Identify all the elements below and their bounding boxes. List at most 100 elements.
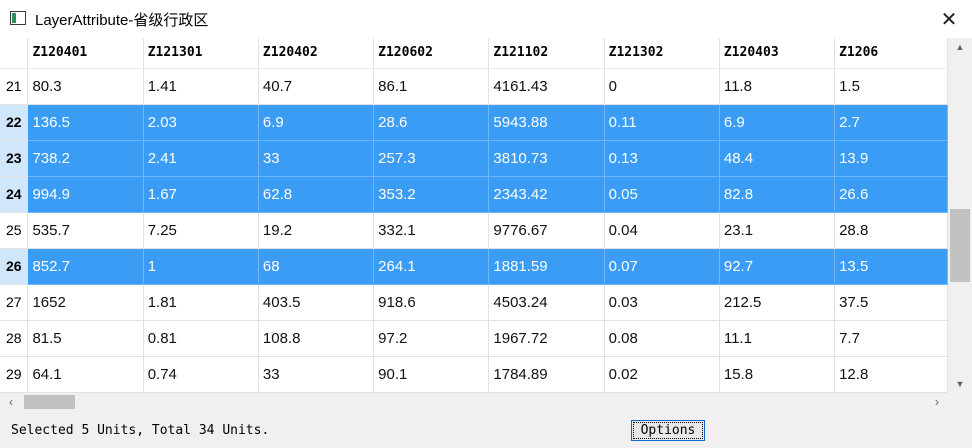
table-cell[interactable]: 92.7 <box>719 248 836 285</box>
table-cell[interactable]: 0.03 <box>604 284 720 321</box>
table-cell[interactable]: 1652 <box>27 284 144 321</box>
vertical-scrollbar[interactable]: ▲ ▼ <box>948 38 972 393</box>
options-button[interactable]: Options <box>631 420 705 441</box>
table-cell[interactable]: 33 <box>258 140 375 177</box>
table-row[interactable]: 28 81.5 0.81 108.8 97.2 1967.72 0.08 11.1 7.7 <box>0 320 948 357</box>
table-cell[interactable]: 1.5 <box>834 68 948 105</box>
column-header[interactable]: Z121102 <box>488 38 605 69</box>
corner-cell[interactable] <box>0 38 29 69</box>
table-cell[interactable]: 13.5 <box>834 248 948 285</box>
table-cell[interactable]: 994.9 <box>27 176 144 213</box>
table-row[interactable]: 22 136.5 2.03 6.9 28.6 5943.88 0.11 6.9 2.7 <box>0 104 948 141</box>
table-cell[interactable]: 68 <box>258 248 375 285</box>
close-button[interactable]: ✕ <box>926 0 972 38</box>
table-cell[interactable]: 0.11 <box>604 104 720 141</box>
table-cell[interactable]: 0.02 <box>604 356 720 393</box>
table-row[interactable]: 29 64.1 0.74 33 90.1 1784.89 0.02 15.8 12.8 <box>0 356 948 393</box>
table-cell[interactable]: 9776.67 <box>488 212 605 249</box>
table-cell[interactable]: 257.3 <box>373 140 490 177</box>
table-cell[interactable]: 535.7 <box>27 212 144 249</box>
table-cell[interactable]: 2343.42 <box>488 176 605 213</box>
table-cell[interactable]: 7.7 <box>834 320 948 357</box>
column-header[interactable]: Z121302 <box>604 38 720 69</box>
attribute-grid[interactable]: Z120401 Z121301 Z120402 Z120602 Z121102 Z1213… <box>0 38 948 393</box>
scroll-down-arrow-icon[interactable]: ▼ <box>948 375 972 393</box>
table-cell[interactable]: 4503.24 <box>488 284 605 321</box>
scroll-right-arrow-icon[interactable]: › <box>926 393 948 411</box>
horizontal-scroll-thumb[interactable] <box>24 395 75 409</box>
table-cell[interactable]: 0.07 <box>604 248 720 285</box>
table-cell[interactable]: 738.2 <box>27 140 144 177</box>
table-cell[interactable]: 15.8 <box>719 356 836 393</box>
table-cell[interactable]: 264.1 <box>373 248 490 285</box>
table-cell[interactable]: 1881.59 <box>488 248 605 285</box>
row-header[interactable]: 22 <box>0 104 29 141</box>
table-cell[interactable]: 81.5 <box>27 320 144 357</box>
table-cell[interactable]: 33 <box>258 356 375 393</box>
table-cell[interactable]: 1784.89 <box>488 356 605 393</box>
table-cell[interactable]: 0.04 <box>604 212 720 249</box>
table-cell[interactable]: 28.6 <box>373 104 490 141</box>
table-cell[interactable]: 97.2 <box>373 320 490 357</box>
table-cell[interactable]: 1.81 <box>143 284 259 321</box>
table-cell[interactable]: 5943.88 <box>488 104 605 141</box>
vertical-scroll-thumb[interactable] <box>950 208 970 282</box>
table-cell[interactable]: 62.8 <box>258 176 375 213</box>
table-cell[interactable]: 48.4 <box>719 140 836 177</box>
table-cell[interactable]: 0.08 <box>604 320 720 357</box>
table-cell[interactable]: 353.2 <box>373 176 490 213</box>
row-header[interactable]: 26 <box>0 248 29 285</box>
table-cell[interactable]: 3810.73 <box>488 140 605 177</box>
table-cell[interactable]: 86.1 <box>373 68 490 105</box>
table-cell[interactable]: 28.8 <box>834 212 948 249</box>
table-cell[interactable]: 7.25 <box>143 212 259 249</box>
table-cell[interactable]: 13.9 <box>834 140 948 177</box>
row-header[interactable]: 27 <box>0 284 29 321</box>
table-cell[interactable]: 136.5 <box>27 104 144 141</box>
column-header[interactable]: Z121301 <box>143 38 259 69</box>
table-cell[interactable]: 37.5 <box>834 284 948 321</box>
table-cell[interactable]: 2.03 <box>143 104 259 141</box>
table-row[interactable]: 26 852.7 1 68 264.1 1881.59 0.07 92.7 13.5 <box>0 248 948 285</box>
table-cell[interactable]: 918.6 <box>373 284 490 321</box>
table-cell[interactable]: 852.7 <box>27 248 144 285</box>
table-cell[interactable]: 11.1 <box>719 320 836 357</box>
table-cell[interactable]: 108.8 <box>258 320 375 357</box>
column-header[interactable]: Z120401 <box>27 38 144 69</box>
table-cell[interactable]: 26.6 <box>834 176 948 213</box>
row-header[interactable]: 28 <box>0 320 29 357</box>
table-cell[interactable]: 1.67 <box>143 176 259 213</box>
table-cell[interactable]: 23.1 <box>719 212 836 249</box>
row-header[interactable]: 29 <box>0 356 29 393</box>
table-cell[interactable]: 90.1 <box>373 356 490 393</box>
column-header[interactable]: Z1206 <box>834 38 948 69</box>
table-cell[interactable]: 0.81 <box>143 320 259 357</box>
table-cell[interactable]: 6.9 <box>258 104 375 141</box>
table-row[interactable]: 24 994.9 1.67 62.8 353.2 2343.42 0.05 82.8 26.6 <box>0 176 948 213</box>
table-cell[interactable]: 332.1 <box>373 212 490 249</box>
row-header[interactable]: 21 <box>0 68 29 105</box>
table-cell[interactable]: 19.2 <box>258 212 375 249</box>
row-header[interactable]: 24 <box>0 176 29 213</box>
table-cell[interactable]: 6.9 <box>719 104 836 141</box>
table-cell[interactable]: 12.8 <box>834 356 948 393</box>
column-header[interactable]: Z120403 <box>719 38 836 69</box>
table-row[interactable]: 23 738.2 2.41 33 257.3 3810.73 0.13 48.4 13.9 <box>0 140 948 177</box>
table-cell[interactable]: 80.3 <box>27 68 144 105</box>
row-header[interactable]: 25 <box>0 212 29 249</box>
table-cell[interactable]: 4161.43 <box>488 68 605 105</box>
scroll-up-arrow-icon[interactable]: ▲ <box>948 38 972 56</box>
table-cell[interactable]: 0.74 <box>143 356 259 393</box>
scroll-left-arrow-icon[interactable]: ‹ <box>0 393 22 411</box>
table-cell[interactable]: 40.7 <box>258 68 375 105</box>
table-cell[interactable]: 2.7 <box>834 104 948 141</box>
column-header[interactable]: Z120402 <box>258 38 375 69</box>
table-cell[interactable]: 1 <box>143 248 259 285</box>
table-cell[interactable]: 64.1 <box>27 356 144 393</box>
horizontal-scrollbar[interactable]: ‹ › <box>0 393 948 411</box>
table-cell[interactable]: 0.13 <box>604 140 720 177</box>
table-cell[interactable]: 0 <box>604 68 720 105</box>
table-row[interactable]: 25 535.7 7.25 19.2 332.1 9776.67 0.04 23.1 28.8 <box>0 212 948 249</box>
column-header[interactable]: Z120602 <box>373 38 490 69</box>
row-header[interactable]: 23 <box>0 140 29 177</box>
